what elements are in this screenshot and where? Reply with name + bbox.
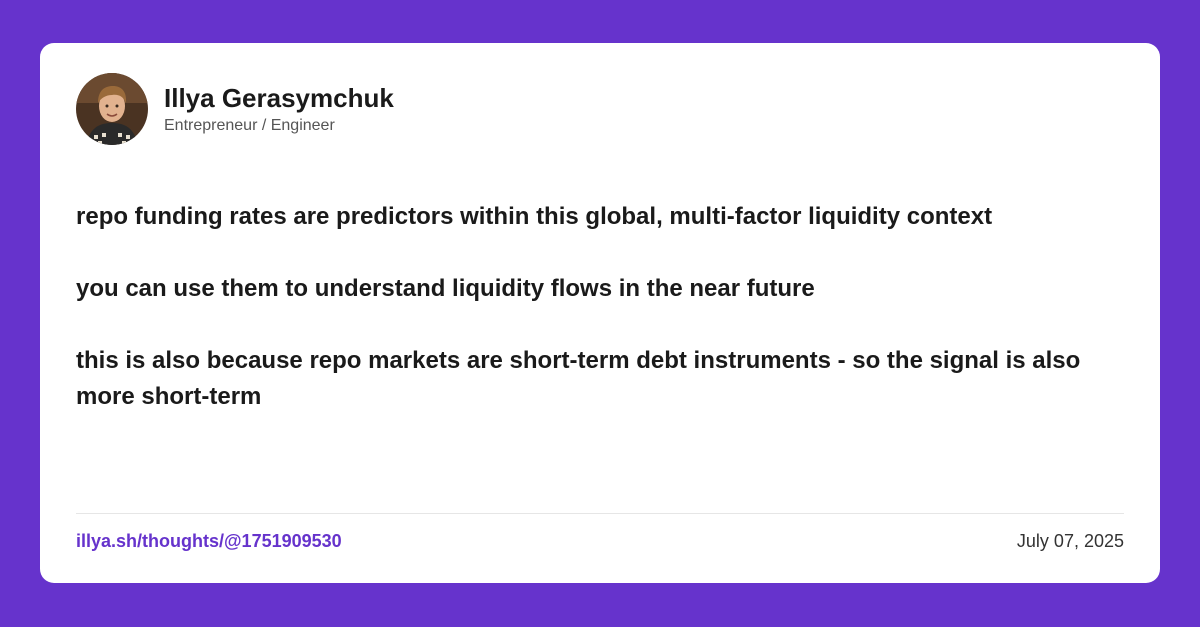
author-header: Illya Gerasymchuk Entrepreneur / Enginee…	[76, 73, 394, 145]
footer-divider	[76, 513, 1124, 514]
post-paragraph: repo funding rates are predictors within…	[76, 203, 993, 230]
post-date: July 07, 2025	[1016, 531, 1124, 551]
post-paragraph: this is also because repo markets are sh…	[76, 347, 1081, 410]
post-paragraph: you can use them to understand liquidity…	[76, 275, 815, 302]
author-name: Illya Gerasymchuk	[164, 83, 394, 113]
avatar-photo-icon	[76, 73, 148, 145]
author-title: Entrepreneur / Engineer	[164, 117, 335, 134]
post-permalink[interactable]: illya.sh/thoughts/@1751909530	[76, 529, 342, 553]
post-body: repo funding rates are predictors within…	[76, 199, 1126, 451]
author-identity: Illya Gerasymchuk Entrepreneur / Enginee…	[164, 82, 394, 136]
post-card: Illya Gerasymchuk Entrepreneur / Enginee…	[40, 43, 1160, 583]
avatar	[76, 73, 148, 145]
